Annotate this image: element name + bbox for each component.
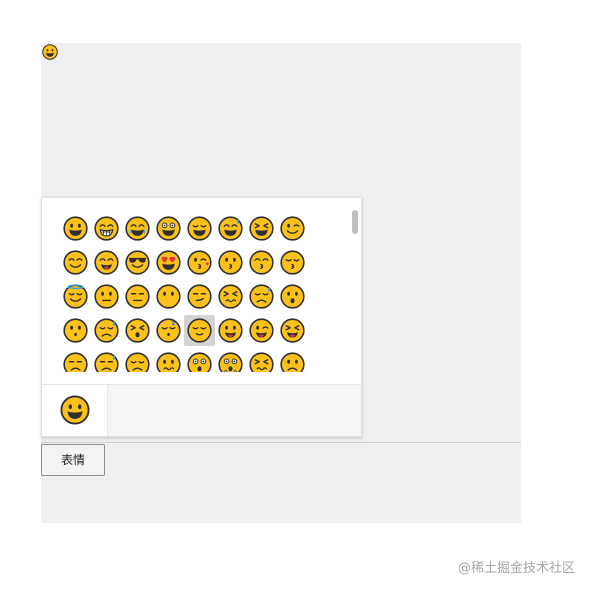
- disappointed-relieved-icon: [249, 284, 274, 309]
- kissing-closed-eyes-icon: [280, 250, 305, 275]
- emoji-cell-beaming-face[interactable]: [91, 213, 122, 244]
- emoji-cell-face-without-mouth[interactable]: [153, 281, 184, 312]
- emoji-cell-grinning-sweat[interactable]: [215, 213, 246, 244]
- emoji-cell-grinning-squinting-eyes[interactable]: [184, 213, 215, 244]
- emoji-cell-sunglasses-face[interactable]: [122, 247, 153, 278]
- persevering-face-icon: [218, 284, 243, 309]
- emoji-cell-kissing-face[interactable]: [215, 247, 246, 278]
- pensive-face-icon: [125, 352, 150, 372]
- emoji-cell-disappointed-relieved[interactable]: [246, 281, 277, 312]
- picker-scrollbar[interactable]: [351, 198, 361, 372]
- emoji-cell-winking-tongue[interactable]: [246, 315, 277, 346]
- winking-tongue-icon: [249, 318, 274, 343]
- emoji-category-tab[interactable]: [42, 385, 108, 436]
- winking-face-icon: [280, 216, 305, 241]
- grinning-face-icon: [42, 44, 58, 60]
- picker-footer: [42, 384, 361, 436]
- persevering-hands-icon: [218, 352, 243, 372]
- emoji-cell-smiling-halo[interactable]: [60, 281, 91, 312]
- smirking-face-icon: [187, 284, 212, 309]
- downcast-sweat-icon: [94, 352, 119, 372]
- emoji-cell-squinting-laughing[interactable]: [246, 213, 277, 244]
- emoji-cell-expressionless-face[interactable]: [122, 281, 153, 312]
- emoji-cell-persevering-hands[interactable]: [215, 349, 246, 372]
- hushed-face-icon: [63, 318, 88, 343]
- emoji-grid: z: [42, 198, 352, 372]
- watermark: @稀土掘金技术社区: [457, 561, 575, 576]
- emoji-picker: z: [41, 197, 362, 437]
- emoji-cell-grinning-face[interactable]: [60, 213, 91, 244]
- emoji-cell-pensive-face[interactable]: [122, 349, 153, 372]
- emoji-cell-winking-face[interactable]: [277, 213, 308, 244]
- emoji-cell-face-savoring-food[interactable]: [91, 247, 122, 278]
- emoji-cell-confused-face[interactable]: [153, 349, 184, 372]
- kissing-face-icon: [218, 250, 243, 275]
- emoji-toggle-button[interactable]: 表情: [41, 444, 105, 476]
- unamused-face-icon: [63, 352, 88, 372]
- beaming-face-icon: [94, 216, 119, 241]
- emoji-cell-tired-face[interactable]: [122, 315, 153, 346]
- emoji-cell-downcast-sweat[interactable]: [91, 349, 122, 372]
- face-open-mouth-icon: [280, 284, 305, 309]
- face-with-tongue-icon: [218, 318, 243, 343]
- neutral-face-icon: [94, 284, 119, 309]
- emoji-cell-face-with-tongue[interactable]: [215, 315, 246, 346]
- confused-face-icon: [156, 352, 181, 372]
- emoji-cell-confounded-face[interactable]: [246, 349, 277, 372]
- sunglasses-face-icon: [125, 250, 150, 275]
- emoji-cell-neutral-face[interactable]: [91, 281, 122, 312]
- relieved-face-icon: [187, 318, 212, 343]
- astonished-face-icon: [187, 352, 212, 372]
- page: z 表情 @稀土掘金技术社区: [0, 0, 591, 589]
- emoji-cell-face-open-mouth[interactable]: [277, 281, 308, 312]
- sad-but-relieved-icon: [94, 318, 119, 343]
- emoji-cell-smiling-eyes[interactable]: [60, 247, 91, 278]
- emoji-cell-face-blowing-kiss[interactable]: [184, 247, 215, 278]
- tears-of-joy-icon: [125, 216, 150, 241]
- svg-text:z: z: [172, 320, 176, 327]
- emoji-cell-kissing-closed-eyes[interactable]: [277, 247, 308, 278]
- emoji-cell-sad-but-relieved[interactable]: [91, 315, 122, 346]
- squinting-laughing-icon: [249, 216, 274, 241]
- tired-face-icon: [125, 318, 150, 343]
- emoji-cell-tears-of-joy[interactable]: [122, 213, 153, 244]
- expressionless-face-icon: [125, 284, 150, 309]
- face-savoring-food-icon: [94, 250, 119, 275]
- emoji-cell-squinting-tongue[interactable]: [277, 315, 308, 346]
- face-blowing-kiss-icon: [187, 250, 212, 275]
- grinning-squinting-eyes-icon: [187, 216, 212, 241]
- emoji-cell-unamused-face[interactable]: [60, 349, 91, 372]
- grinning-face-icon: [60, 395, 90, 425]
- emoji-cell-astonished-face[interactable]: [184, 349, 215, 372]
- emoji-cell-hushed-face[interactable]: [60, 315, 91, 346]
- smiling-halo-icon: [63, 284, 88, 309]
- smiling-eyes-icon: [63, 250, 88, 275]
- confounded-face-icon: [249, 352, 274, 372]
- emoji-cell-worried-face[interactable]: [277, 349, 308, 372]
- smiling-big-eyes-icon: [156, 216, 181, 241]
- sleeping-face-icon: z: [156, 318, 181, 343]
- face-without-mouth-icon: [156, 284, 181, 309]
- kissing-smiling-eyes-icon: [249, 250, 274, 275]
- squinting-tongue-icon: [280, 318, 305, 343]
- editor-toolbar: [41, 443, 521, 523]
- grinning-face-icon: [63, 216, 88, 241]
- heart-eyes-icon: [156, 250, 181, 275]
- grinning-sweat-icon: [218, 216, 243, 241]
- emoji-cell-kissing-smiling-eyes[interactable]: [246, 247, 277, 278]
- worried-face-icon: [280, 352, 305, 372]
- emoji-cell-heart-eyes[interactable]: [153, 247, 184, 278]
- emoji-cell-smirking-face[interactable]: [184, 281, 215, 312]
- emoji-cell-relieved-face[interactable]: [184, 315, 215, 346]
- emoji-cell-smiling-big-eyes[interactable]: [153, 213, 184, 244]
- picker-scroll-thumb[interactable]: [352, 210, 358, 234]
- emoji-cell-sleeping-face[interactable]: z: [153, 315, 184, 346]
- emoji-cell-persevering-face[interactable]: [215, 281, 246, 312]
